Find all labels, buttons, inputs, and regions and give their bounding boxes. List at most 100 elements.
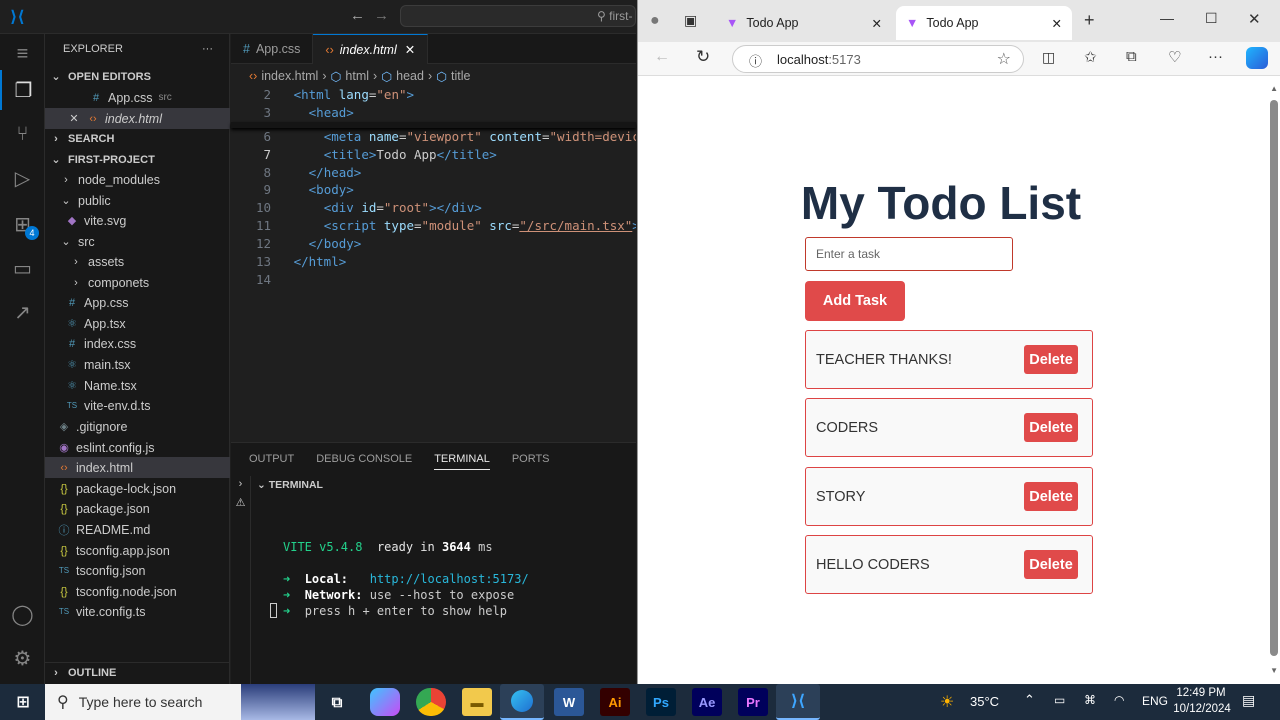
profile-icon[interactable]: ● <box>650 12 660 30</box>
tree-file[interactable]: ⚛ main.tsx <box>45 354 230 375</box>
favorite-star-icon[interactable]: ☆ <box>997 49 1011 69</box>
scroll-up-icon[interactable]: ▲ <box>1270 84 1278 93</box>
tree-folder[interactable]: › node_modules <box>45 169 230 190</box>
tree-file[interactable]: {} tsconfig.app.json <box>45 540 230 561</box>
weather-temp[interactable]: 35°C <box>970 694 999 709</box>
scroll-down-icon[interactable]: ▼ <box>1270 666 1278 675</box>
tree-file[interactable]: {} package.json <box>45 498 230 519</box>
tree-file[interactable]: TS vite.config.ts <box>45 601 230 622</box>
chrome-icon[interactable] <box>416 688 446 716</box>
delete-button[interactable]: Delete <box>1024 482 1078 511</box>
browser-tab[interactable]: ▼ Todo App ✕ <box>716 6 892 40</box>
breadcrumb-item[interactable]: index.html <box>261 69 318 83</box>
word-icon[interactable]: W <box>554 688 584 716</box>
maximize-icon[interactable]: ☐ <box>1205 10 1218 27</box>
tree-file[interactable]: ⓘ README.md <box>45 519 230 540</box>
close-icon[interactable]: ✕ <box>405 42 415 57</box>
tab-output[interactable]: OUTPUT <box>249 453 294 470</box>
tab-index-html[interactable]: ‹› index.html ✕ <box>313 34 429 64</box>
windows-start-icon[interactable]: ⊞ <box>8 688 38 716</box>
tree-folder[interactable]: › componets <box>45 272 230 293</box>
back-icon[interactable]: ← <box>654 48 670 66</box>
delete-button[interactable]: Delete <box>1024 550 1078 579</box>
tree-file[interactable]: ◆ vite.svg <box>45 210 230 231</box>
tree-file[interactable]: # index.css <box>45 333 230 354</box>
refresh-icon[interactable]: ↻ <box>696 47 710 67</box>
tree-file[interactable]: ◉ eslint.config.js <box>45 437 230 458</box>
after-effects-icon[interactable]: Ae <box>692 688 722 716</box>
delete-button[interactable]: Delete <box>1024 345 1078 374</box>
run-debug-icon[interactable]: ▷ <box>0 158 45 198</box>
tree-file[interactable]: {} tsconfig.node.json <box>45 581 230 602</box>
new-tab-icon[interactable]: + <box>1084 10 1095 31</box>
open-editors-section[interactable]: ⌄ OPEN EDITORS <box>45 66 230 87</box>
search-section[interactable]: › SEARCH <box>45 128 230 149</box>
menu-icon[interactable]: ≡ <box>0 34 45 74</box>
tab-actions-icon[interactable]: ▣ <box>684 12 697 29</box>
url-input[interactable]: ⓘ localhost:5173 ☆ <box>732 45 1024 73</box>
split-screen-icon[interactable]: ◫ <box>1042 49 1055 66</box>
vscode-taskbar-icon[interactable]: ⟩⟨ <box>776 684 820 720</box>
tree-file[interactable]: # App.css <box>45 292 230 313</box>
delete-button[interactable]: Delete <box>1024 413 1078 442</box>
close-icon[interactable]: ✕ <box>872 16 882 31</box>
illustrator-icon[interactable]: Ai <box>600 688 630 716</box>
clock-time[interactable]: 12:49 PM <box>1176 687 1226 699</box>
share-icon[interactable]: ↗ <box>0 292 45 332</box>
browser-tab-active[interactable]: ▼ Todo App ✕ <box>896 6 1072 40</box>
edge-icon[interactable] <box>500 684 544 720</box>
tab-ports[interactable]: PORTS <box>512 453 550 470</box>
browser-essentials-icon[interactable]: ♡ <box>1168 48 1181 66</box>
breadcrumb-item[interactable]: head <box>396 69 424 83</box>
task-input[interactable]: Enter a task <box>805 237 1013 271</box>
task-view-icon[interactable]: ⧉ <box>322 688 352 716</box>
terminal-header[interactable]: ⌄ TERMINAL <box>257 479 323 491</box>
taskbar-search[interactable]: ⚲ Type here to search <box>45 684 315 720</box>
wifi-icon[interactable]: ◠ <box>1114 693 1124 707</box>
account-icon[interactable]: ◯ <box>0 594 45 634</box>
tree-folder[interactable]: ⌄ public <box>45 190 230 211</box>
tree-file[interactable]: TS tsconfig.json <box>45 560 230 581</box>
close-window-icon[interactable]: ✕ <box>1248 10 1261 28</box>
tree-file[interactable]: ⚛ App.tsx <box>45 313 230 334</box>
chevron-up-icon[interactable]: ⌃ <box>1024 692 1035 708</box>
premiere-icon[interactable]: Pr <box>738 688 768 716</box>
tree-folder[interactable]: ⌄ src <box>45 231 230 252</box>
open-editor-item[interactable]: # App.css src <box>45 87 230 108</box>
tree-file[interactable]: ◈ .gitignore <box>45 416 230 437</box>
close-icon[interactable]: ✕ <box>1052 16 1062 31</box>
network-icon[interactable]: ⌘ <box>1084 693 1096 707</box>
explorer-icon[interactable]: ❐ <box>0 70 45 110</box>
breadcrumb-item[interactable]: title <box>451 69 470 83</box>
clock-date[interactable]: 10/12/2024 <box>1172 703 1232 715</box>
tree-file[interactable]: {} package-lock.json <box>45 478 230 499</box>
file-explorer-icon[interactable]: ▬ <box>462 688 492 716</box>
more-menu-icon[interactable]: ··· <box>1208 48 1223 65</box>
tree-folder[interactable]: › assets <box>45 251 230 272</box>
outline-section[interactable]: › OUTLINE <box>45 662 230 683</box>
source-control-icon[interactable]: ⑂ <box>0 114 45 154</box>
language-indicator[interactable]: ENG <box>1142 694 1168 708</box>
collections-icon[interactable]: ⧉ <box>1126 48 1137 65</box>
tab-terminal[interactable]: TERMINAL <box>434 453 490 470</box>
tree-file-active[interactable]: ‹› index.html <box>45 457 230 478</box>
favorites-icon[interactable]: ✩ <box>1084 48 1097 66</box>
tree-file[interactable]: ⚛ Name.tsx <box>45 375 230 396</box>
weather-icon[interactable]: ☀ <box>940 692 954 712</box>
open-editor-item-active[interactable]: ✕ ‹› index.html <box>45 108 230 129</box>
minimize-icon[interactable]: — <box>1160 10 1174 26</box>
add-task-button[interactable]: Add Task <box>805 281 905 321</box>
tree-file[interactable]: TS vite-env.d.ts <box>45 395 230 416</box>
settings-gear-icon[interactable]: ⚙ <box>0 638 45 678</box>
tab-debug-console[interactable]: DEBUG CONSOLE <box>316 453 412 470</box>
battery-icon[interactable]: ▭ <box>1054 693 1065 707</box>
notifications-icon[interactable]: ▤ <box>1242 692 1255 709</box>
extensions-icon[interactable]: ⊞ 4 <box>0 204 45 244</box>
copilot-icon[interactable] <box>370 688 400 716</box>
tab-app-css[interactable]: # App.css <box>231 34 314 64</box>
back-arrow-icon[interactable]: ← <box>350 7 365 24</box>
command-center-search[interactable]: ⚲ first- <box>400 5 636 27</box>
terminal-output[interactable]: VITE v5.4.8 ready in 3644 ms ➜ Local: ht… <box>283 523 633 619</box>
breadcrumb-item[interactable]: html <box>345 69 369 83</box>
forward-arrow-icon[interactable]: → <box>374 7 389 24</box>
